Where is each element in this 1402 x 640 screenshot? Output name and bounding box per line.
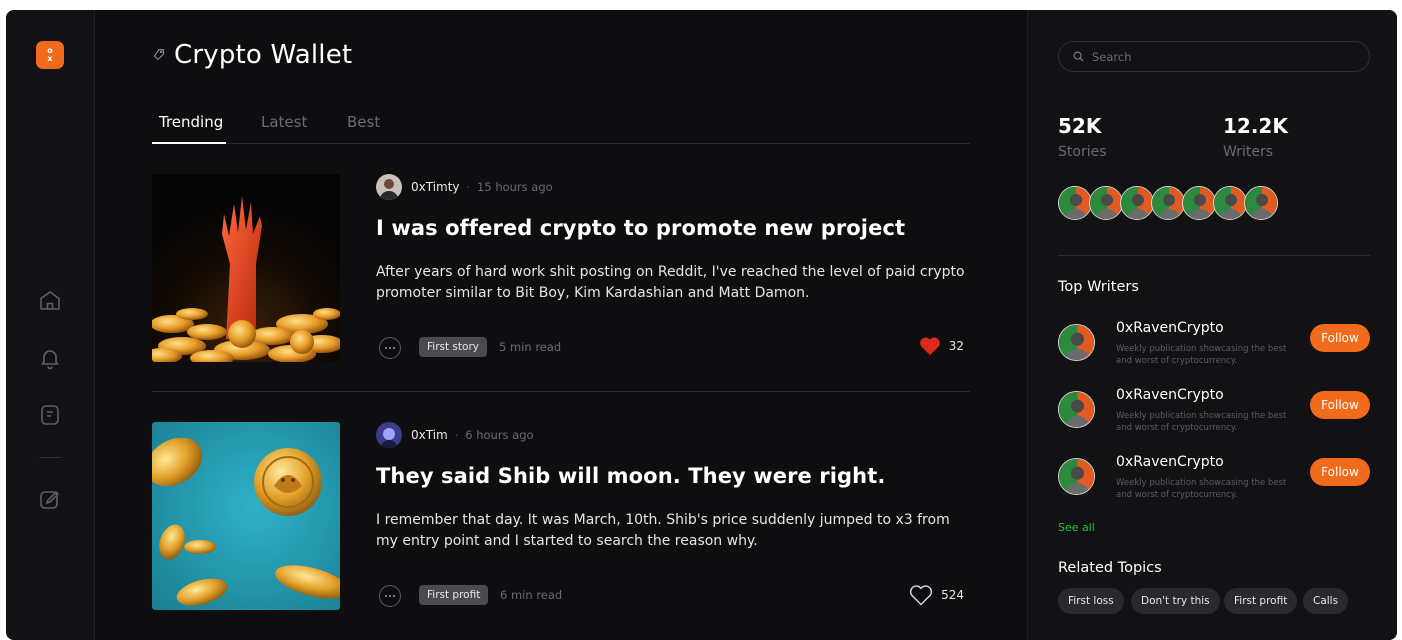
heart-outline-icon: [909, 585, 933, 606]
topic-chip[interactable]: First profit: [1224, 588, 1298, 614]
brand-logo[interactable]: o x: [36, 41, 64, 69]
left-rail: o x: [6, 10, 95, 640]
writer-avatar[interactable]: [1058, 458, 1095, 495]
stat-writers: 12.2K Writers: [1223, 114, 1288, 160]
heart-filled-icon: [919, 337, 940, 356]
topic-chip[interactable]: Calls: [1303, 588, 1349, 614]
top-writers-heading: Top Writers: [1058, 279, 1139, 295]
post-tag[interactable]: First story: [419, 337, 487, 357]
stat-stories: 52K Stories: [1058, 114, 1107, 160]
stat-label: Writers: [1223, 144, 1274, 160]
post-divider: [152, 391, 970, 392]
post-meta: 0xTim · 6 hours ago: [376, 422, 534, 448]
topic-chip[interactable]: Don't try this: [1131, 588, 1220, 614]
page-title-text: Crypto Wallet: [174, 40, 353, 70]
writer-name[interactable]: 0xRavenCrypto: [1116, 320, 1224, 336]
tab-latest[interactable]: Latest: [261, 113, 307, 131]
avatar[interactable]: [1213, 186, 1247, 220]
more-options-button[interactable]: [379, 585, 401, 607]
like-count: 524: [941, 588, 964, 602]
document-icon[interactable]: [38, 403, 62, 427]
sidebar-divider: [1058, 255, 1370, 256]
follow-button[interactable]: Follow: [1310, 324, 1370, 352]
post-time: 15 hours ago: [477, 180, 553, 194]
avatar[interactable]: [1244, 186, 1278, 220]
post-actions: First story 5 min read 32: [376, 336, 970, 362]
page-title: Crypto Wallet: [152, 40, 352, 70]
avatar[interactable]: [1058, 186, 1092, 220]
post-title[interactable]: They said Shib will moon. They were righ…: [376, 464, 970, 488]
rail-divider: [39, 457, 61, 458]
right-sidebar: 52K Stories 12.2K Writers Top Writers 0x…: [1027, 10, 1397, 640]
post-thumbnail[interactable]: [152, 174, 340, 362]
author-name[interactable]: 0xTim: [411, 428, 448, 442]
search-icon: [1073, 51, 1084, 62]
stat-value: 52K: [1058, 114, 1102, 138]
writer-item: 0xRavenCrypto Weekly publication showcas…: [1058, 454, 1370, 504]
related-topics-heading: Related Topics: [1058, 560, 1162, 576]
post-thumbnail[interactable]: [152, 422, 340, 610]
author-avatar[interactable]: [376, 174, 402, 200]
avatar[interactable]: [1120, 186, 1154, 220]
writer-name[interactable]: 0xRavenCrypto: [1116, 454, 1224, 470]
stat-value: 12.2K: [1223, 114, 1288, 138]
writer-description: Weekly publication showcasing the best a…: [1116, 411, 1287, 433]
post-tag[interactable]: First profit: [419, 585, 489, 605]
logo-bottom-glyph: x: [47, 54, 53, 63]
writer-description: Weekly publication showcasing the best a…: [1116, 344, 1287, 366]
post-actions: First profit 6 min read 524: [376, 584, 970, 610]
post-card[interactable]: 0xTim · 6 hours ago They said Shib will …: [152, 422, 970, 612]
post-time: 6 hours ago: [465, 428, 534, 442]
writer-description: Weekly publication showcasing the best a…: [1116, 478, 1287, 500]
post-excerpt: After years of hard work shit posting on…: [376, 264, 965, 301]
writer-item: 0xRavenCrypto Weekly publication showcas…: [1058, 387, 1370, 437]
shib-coins-image: [152, 422, 340, 610]
like-button[interactable]: 524: [909, 584, 964, 606]
home-icon[interactable]: [38, 288, 62, 312]
meta-separator: ·: [466, 180, 471, 194]
author-name[interactable]: 0xTimty: [411, 180, 460, 194]
read-time: 5 min read: [499, 340, 562, 354]
writer-name[interactable]: 0xRavenCrypto: [1116, 387, 1224, 403]
tab-trending[interactable]: Trending: [159, 113, 223, 131]
edit-icon[interactable]: [38, 488, 62, 512]
hand-in-coins-image: [152, 174, 340, 362]
stat-label: Stories: [1058, 144, 1107, 160]
writer-avatar[interactable]: [1058, 391, 1095, 428]
search-bar[interactable]: [1058, 41, 1370, 72]
search-input[interactable]: [1090, 48, 1344, 65]
avatar[interactable]: [1089, 186, 1123, 220]
see-all-link[interactable]: See all: [1058, 521, 1095, 534]
bell-icon[interactable]: [38, 346, 62, 370]
post-excerpt: I remember that day. It was March, 10th.…: [376, 512, 950, 549]
follow-button[interactable]: Follow: [1310, 458, 1370, 486]
more-options-button[interactable]: [379, 337, 401, 359]
feed-tabs: Trending Latest Best: [152, 113, 970, 144]
post-meta: 0xTimty · 15 hours ago: [376, 174, 553, 200]
like-button[interactable]: 32: [919, 336, 964, 356]
post-title[interactable]: I was offered crypto to promote new proj…: [376, 216, 970, 240]
meta-separator: ·: [454, 428, 459, 442]
writer-avatar[interactable]: [1058, 324, 1095, 361]
active-tab-indicator: [152, 142, 226, 144]
author-avatar[interactable]: [376, 422, 402, 448]
avatar[interactable]: [1151, 186, 1185, 220]
follow-button[interactable]: Follow: [1310, 391, 1370, 419]
writer-item: 0xRavenCrypto Weekly publication showcas…: [1058, 320, 1370, 370]
tag-icon: [153, 48, 165, 61]
read-time: 6 min read: [500, 588, 563, 602]
topic-chip[interactable]: First loss: [1058, 588, 1124, 614]
post-card[interactable]: 0xTimty · 15 hours ago I was offered cry…: [152, 174, 970, 364]
like-count: 32: [948, 339, 964, 353]
app-window: o x Crypto Wallet Trending Latest Best 0…: [6, 10, 1397, 640]
main-feed: Crypto Wallet Trending Latest Best 0xTim…: [95, 10, 1027, 640]
tab-best[interactable]: Best: [347, 113, 380, 131]
avatar[interactable]: [1182, 186, 1216, 220]
